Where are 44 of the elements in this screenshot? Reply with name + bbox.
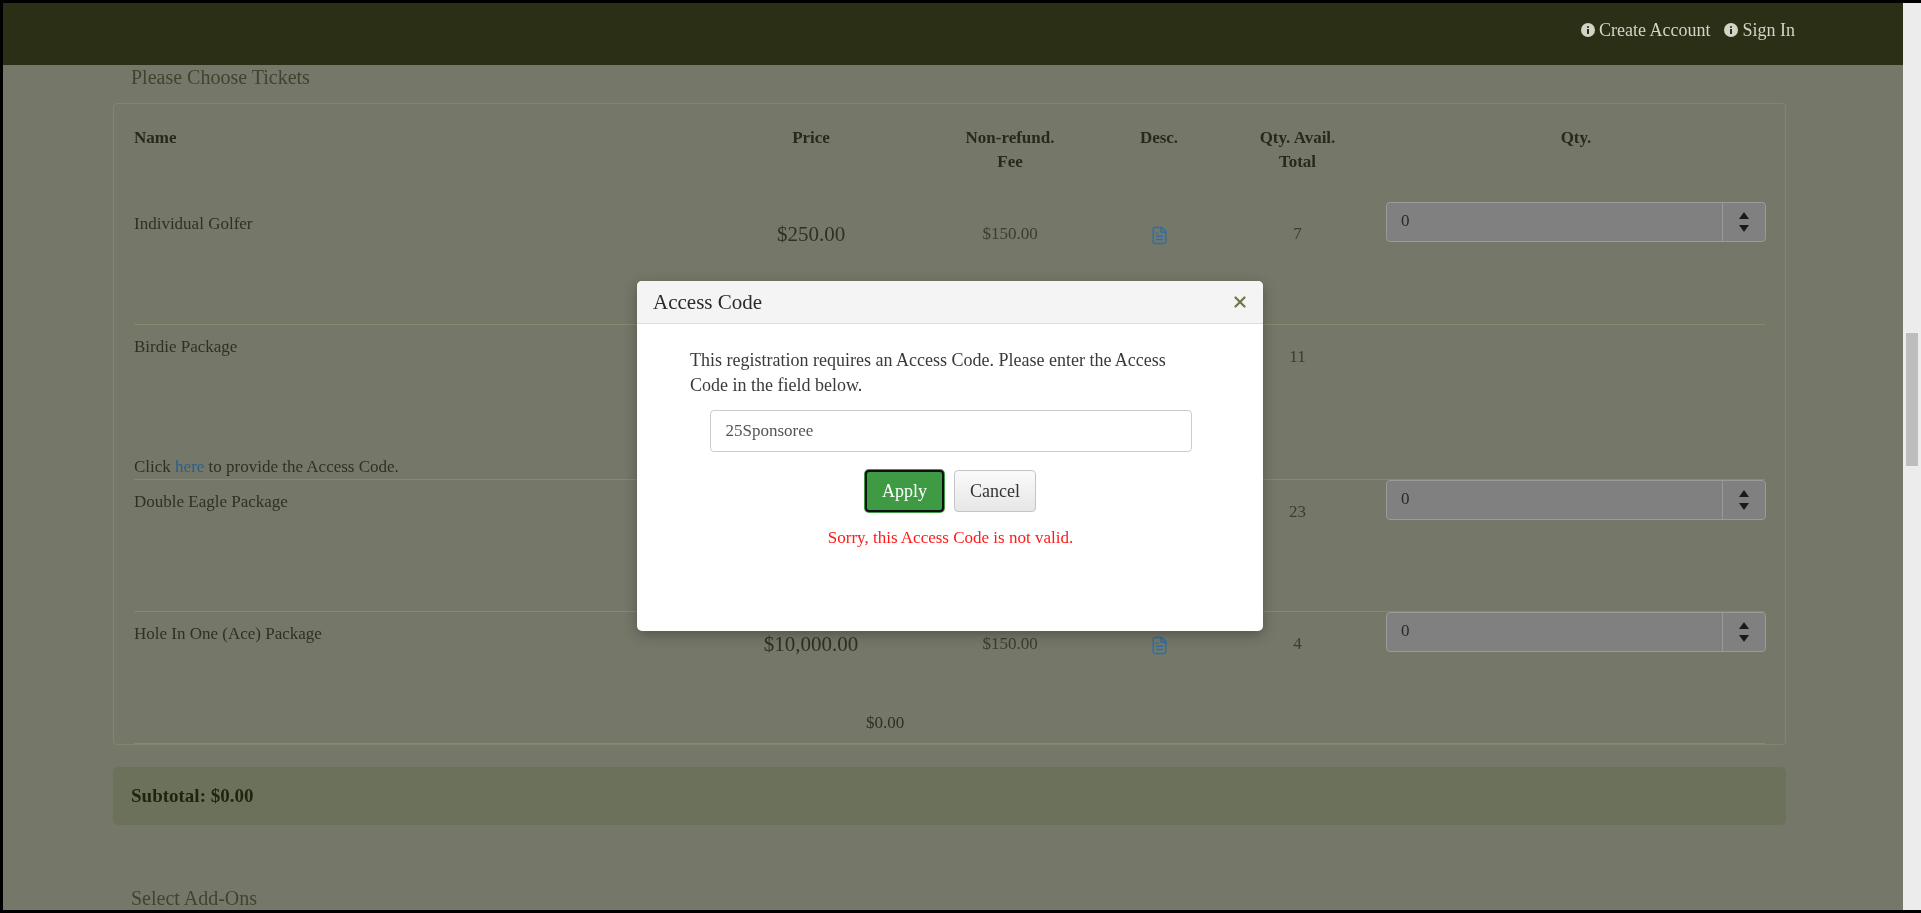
apply-button[interactable]: Apply <box>865 470 944 512</box>
price-cell-text: $250.00 <box>776 221 846 247</box>
fee-cell-text: $150.00 <box>982 223 1038 244</box>
cancel-button[interactable]: Cancel <box>954 470 1036 512</box>
ticket-name: Individual Golfer <box>134 213 253 234</box>
access-code-field[interactable]: 25Sponsoree <box>709 410 1192 452</box>
ticket-name: Double Eagle Package <box>134 491 288 512</box>
section-title: Please Choose Tickets <box>130 66 311 89</box>
column-header: Qty. <box>1560 127 1592 149</box>
quantity-spinner[interactable]: 0 <box>1386 202 1766 242</box>
subtotal-text: Subtotal: $0.00 <box>131 785 254 807</box>
fee-cell-text: $150.00 <box>982 633 1038 654</box>
access-code-note: Click here to provide the Access Code. <box>134 457 399 478</box>
available-cell-text: 4 <box>1293 633 1302 654</box>
available-cell-text: 23 <box>1289 501 1306 522</box>
dialog-message: This registration requires an Access Code. Please enter the Access Code in the field below. <box>690 349 1167 397</box>
caret-up-icon[interactable] <box>1739 622 1749 629</box>
dialog-title: Access Code <box>653 289 763 315</box>
scrollbar[interactable] <box>1903 3 1921 910</box>
caret-down-icon[interactable] <box>1739 503 1749 510</box>
quantity-spinner[interactable]: 0 <box>1386 612 1766 652</box>
ticket-name: Birdie Package <box>134 336 238 357</box>
section-title: Select Add-Ons <box>130 887 259 910</box>
line-total: $0.00 <box>866 713 905 732</box>
column-header: Desc. <box>1139 127 1179 149</box>
info-icon <box>1724 23 1739 37</box>
info-icon <box>1581 23 1595 37</box>
caret-up-icon[interactable] <box>1739 490 1749 497</box>
top-bar-link[interactable]: Create Account <box>1581 19 1711 41</box>
ticket-name: Hole In One (Ace) Package <box>134 623 322 644</box>
close-button[interactable] <box>1231 293 1249 311</box>
available-cell-text: 11 <box>1289 346 1306 367</box>
column-header: Qty. Avail. Total <box>1259 127 1336 173</box>
caret-down-icon[interactable] <box>1739 635 1749 642</box>
price-cell-text: $10,000.00 <box>763 631 859 657</box>
column-header: Non-refund. Fee <box>965 127 1055 173</box>
column-header: Name <box>134 127 177 149</box>
column-header: Price <box>792 127 830 149</box>
caret-up-icon[interactable] <box>1739 212 1749 219</box>
caret-down-icon[interactable] <box>1739 225 1749 232</box>
quantity-spinner[interactable]: 0 <box>1386 480 1766 520</box>
error-message: Sorry, this Access Code is not valid. <box>827 528 1074 548</box>
top-bar-link[interactable]: Sign In <box>1724 19 1795 41</box>
available-cell-text: 7 <box>1293 223 1302 244</box>
